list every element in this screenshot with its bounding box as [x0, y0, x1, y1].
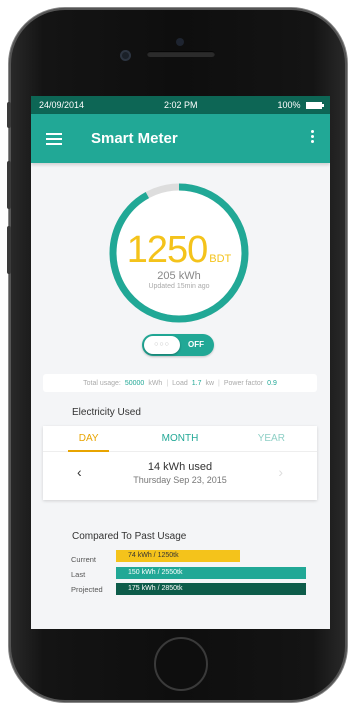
- chevron-right-icon[interactable]: ›: [278, 464, 283, 480]
- mute-switch: [7, 102, 11, 128]
- day-navigator: ‹ 14 kWh used Thursday Sep 23, 2015 ›: [43, 452, 317, 500]
- reading-kwh: 205 kWh: [157, 270, 201, 282]
- load-value: 1.7: [191, 379, 202, 387]
- tab-month[interactable]: MONTH: [134, 426, 225, 451]
- earpiece-speaker: [147, 51, 215, 57]
- stats-divider: |: [166, 379, 169, 387]
- comparison-title: Compared To Past Usage: [72, 531, 187, 542]
- total-usage-unit: kWh: [148, 379, 163, 387]
- status-date: 24/09/2014: [39, 100, 85, 110]
- battery-percent: 100%: [277, 100, 301, 110]
- reading-value: 1250: [126, 229, 209, 271]
- more-options-icon[interactable]: [311, 130, 314, 145]
- current-label: Current: [71, 555, 97, 564]
- projected-usage-bar: 175 kWh / 2850tk: [116, 583, 306, 595]
- volume-up-button: [7, 161, 11, 209]
- day-usage: 14 kWh used: [147, 461, 213, 473]
- projected-label: Projected: [71, 585, 103, 594]
- tab-year[interactable]: YEAR: [226, 426, 317, 451]
- power-toggle[interactable]: ○○○ OFF: [142, 334, 214, 356]
- status-bar: 24/09/2014 2:02 PM 100%: [31, 96, 330, 114]
- day-date: Thursday Sep 23, 2015: [133, 475, 227, 485]
- power-factor-value: 0.9: [267, 379, 277, 387]
- reading-unit: BDT: [209, 253, 232, 265]
- total-usage-value: 50000: [124, 379, 145, 387]
- period-tabs: DAY MONTH YEAR: [43, 426, 317, 452]
- home-button[interactable]: [154, 637, 208, 691]
- total-usage-label: Total usage:: [83, 379, 121, 387]
- electricity-used-title: Electricity Used: [72, 407, 141, 418]
- chevron-left-icon[interactable]: ‹: [77, 464, 82, 480]
- load-unit: kw: [205, 379, 215, 387]
- app-screen: 24/09/2014 2:02 PM 100% Smart Meter 1250…: [31, 96, 330, 629]
- load-label: Load: [172, 379, 188, 387]
- last-label: Last: [71, 570, 86, 579]
- volume-down-button: [7, 226, 11, 274]
- current-usage-bar: 74 kWh / 1250tk: [116, 550, 240, 562]
- toggle-state-label: OFF: [188, 340, 204, 349]
- stats-bar: Total usage: 50000 kWh | Load 1.7 kw | P…: [43, 374, 317, 392]
- updated-time: Updated 15min ago: [148, 283, 210, 290]
- hamburger-menu-icon[interactable]: [46, 130, 62, 148]
- stats-divider: |: [218, 379, 220, 387]
- status-battery: 100%: [277, 100, 324, 110]
- power-factor-label: Power factor: [223, 379, 264, 387]
- electricity-card: DAY MONTH YEAR ‹ 14 kWh used Thursday Se…: [43, 426, 317, 500]
- last-usage-bar: 150 kWh / 2550tk: [116, 567, 306, 579]
- tab-day[interactable]: DAY: [43, 426, 134, 452]
- battery-icon: [306, 102, 324, 110]
- front-camera: [120, 50, 131, 61]
- page-title: Smart Meter: [91, 130, 178, 147]
- proximity-sensor: [176, 38, 184, 46]
- toggle-knob[interactable]: ○○○: [144, 336, 180, 354]
- app-bar: Smart Meter: [31, 114, 330, 163]
- meter-reading: 1250 BDT: [107, 229, 251, 272]
- status-time: 2:02 PM: [163, 100, 198, 110]
